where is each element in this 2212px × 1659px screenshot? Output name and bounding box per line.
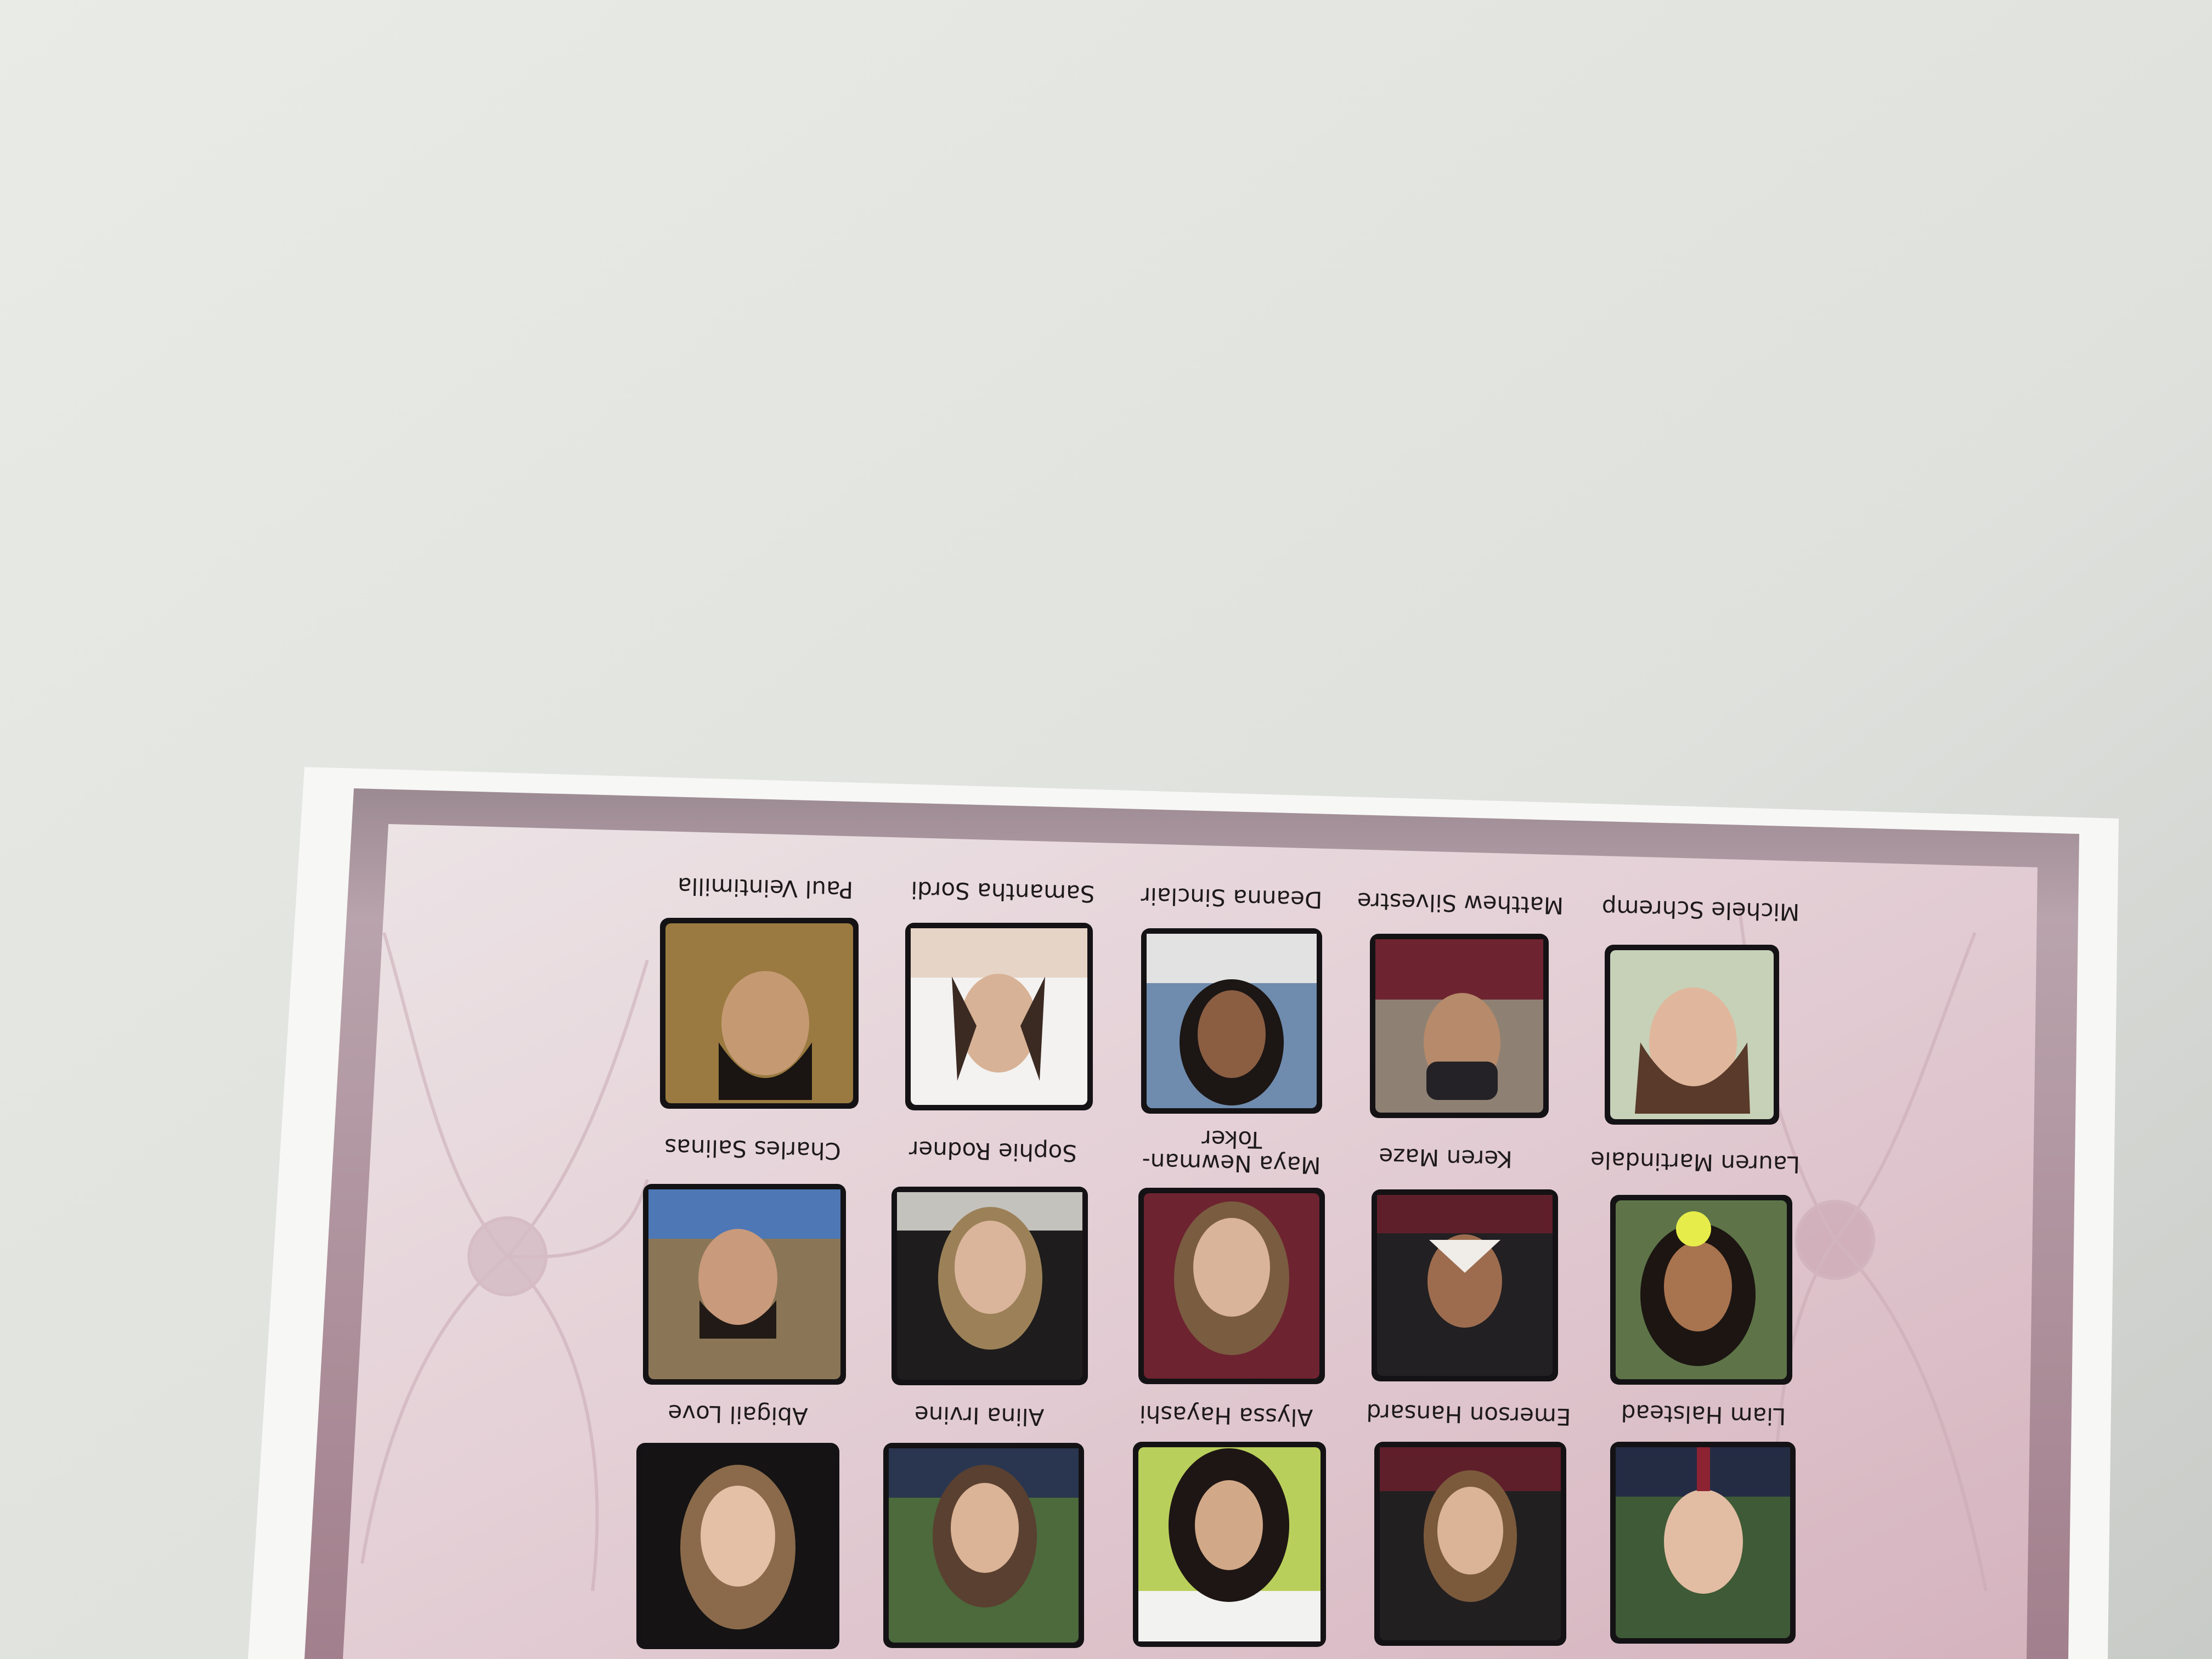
photo-charles-salinas xyxy=(643,1184,846,1385)
photo-matthew-silvestre xyxy=(1370,934,1549,1118)
photo-abigail-love xyxy=(636,1443,839,1649)
photo-sophie-rodner xyxy=(891,1187,1088,1385)
photo-alyssa-hayashi xyxy=(1133,1442,1326,1647)
photo-emerson-hansard xyxy=(1374,1442,1566,1646)
label-maya-newman-toker: Maya Newman-Toker xyxy=(1142,1125,1321,1179)
photo-alina-irvine xyxy=(883,1443,1084,1648)
photo-liam-halstead xyxy=(1610,1442,1796,1644)
photo-lauren-martindale xyxy=(1610,1195,1792,1385)
photo-samantha-sordi xyxy=(905,923,1093,1110)
photo-maya-newman-toker xyxy=(1138,1188,1325,1384)
label-lauren-martindale: Lauren Martindale xyxy=(1590,1146,1801,1178)
photo-paul-veintimilla xyxy=(660,918,859,1109)
photo-michele-schremp xyxy=(1605,945,1779,1125)
photo-deanna-sinclair xyxy=(1141,928,1322,1114)
photo-keren-maze xyxy=(1372,1189,1558,1381)
